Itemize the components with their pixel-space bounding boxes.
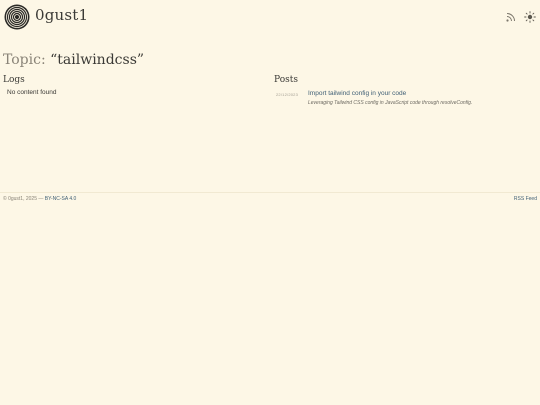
posts-section-title: Posts bbox=[274, 75, 298, 85]
license-link[interactable]: BY-NC-SA 4.0 bbox=[45, 196, 77, 202]
post-date: 22/12/2023 bbox=[276, 92, 299, 97]
rss-feed-link[interactable]: RSS Feed bbox=[514, 196, 537, 202]
spiral-logo-icon[interactable] bbox=[4, 4, 30, 30]
topic-prefix: Topic: bbox=[3, 52, 46, 68]
logs-section-title: Logs bbox=[3, 75, 25, 85]
site-header: 0gust1 bbox=[0, 0, 540, 34]
logs-empty-message: No content found bbox=[7, 89, 57, 96]
footer-divider bbox=[0, 192, 540, 193]
post-description: Leveraging Tailwind CSS config in JavaSc… bbox=[308, 100, 473, 106]
footer-copyright: © 0gust1, 2025 — BY-NC-SA 4.0 bbox=[3, 196, 76, 202]
copyright-text: © 0gust1, 2025 — bbox=[3, 196, 44, 202]
sun-icon[interactable] bbox=[524, 11, 536, 23]
topic-name: “tailwindcss” bbox=[50, 52, 145, 68]
page-title: Topic: “tailwindcss” bbox=[3, 52, 144, 68]
post-title-link[interactable]: Import tailwind config in your code bbox=[308, 90, 406, 97]
rss-icon[interactable] bbox=[506, 12, 516, 22]
site-title-link[interactable]: 0gust1 bbox=[35, 6, 88, 24]
